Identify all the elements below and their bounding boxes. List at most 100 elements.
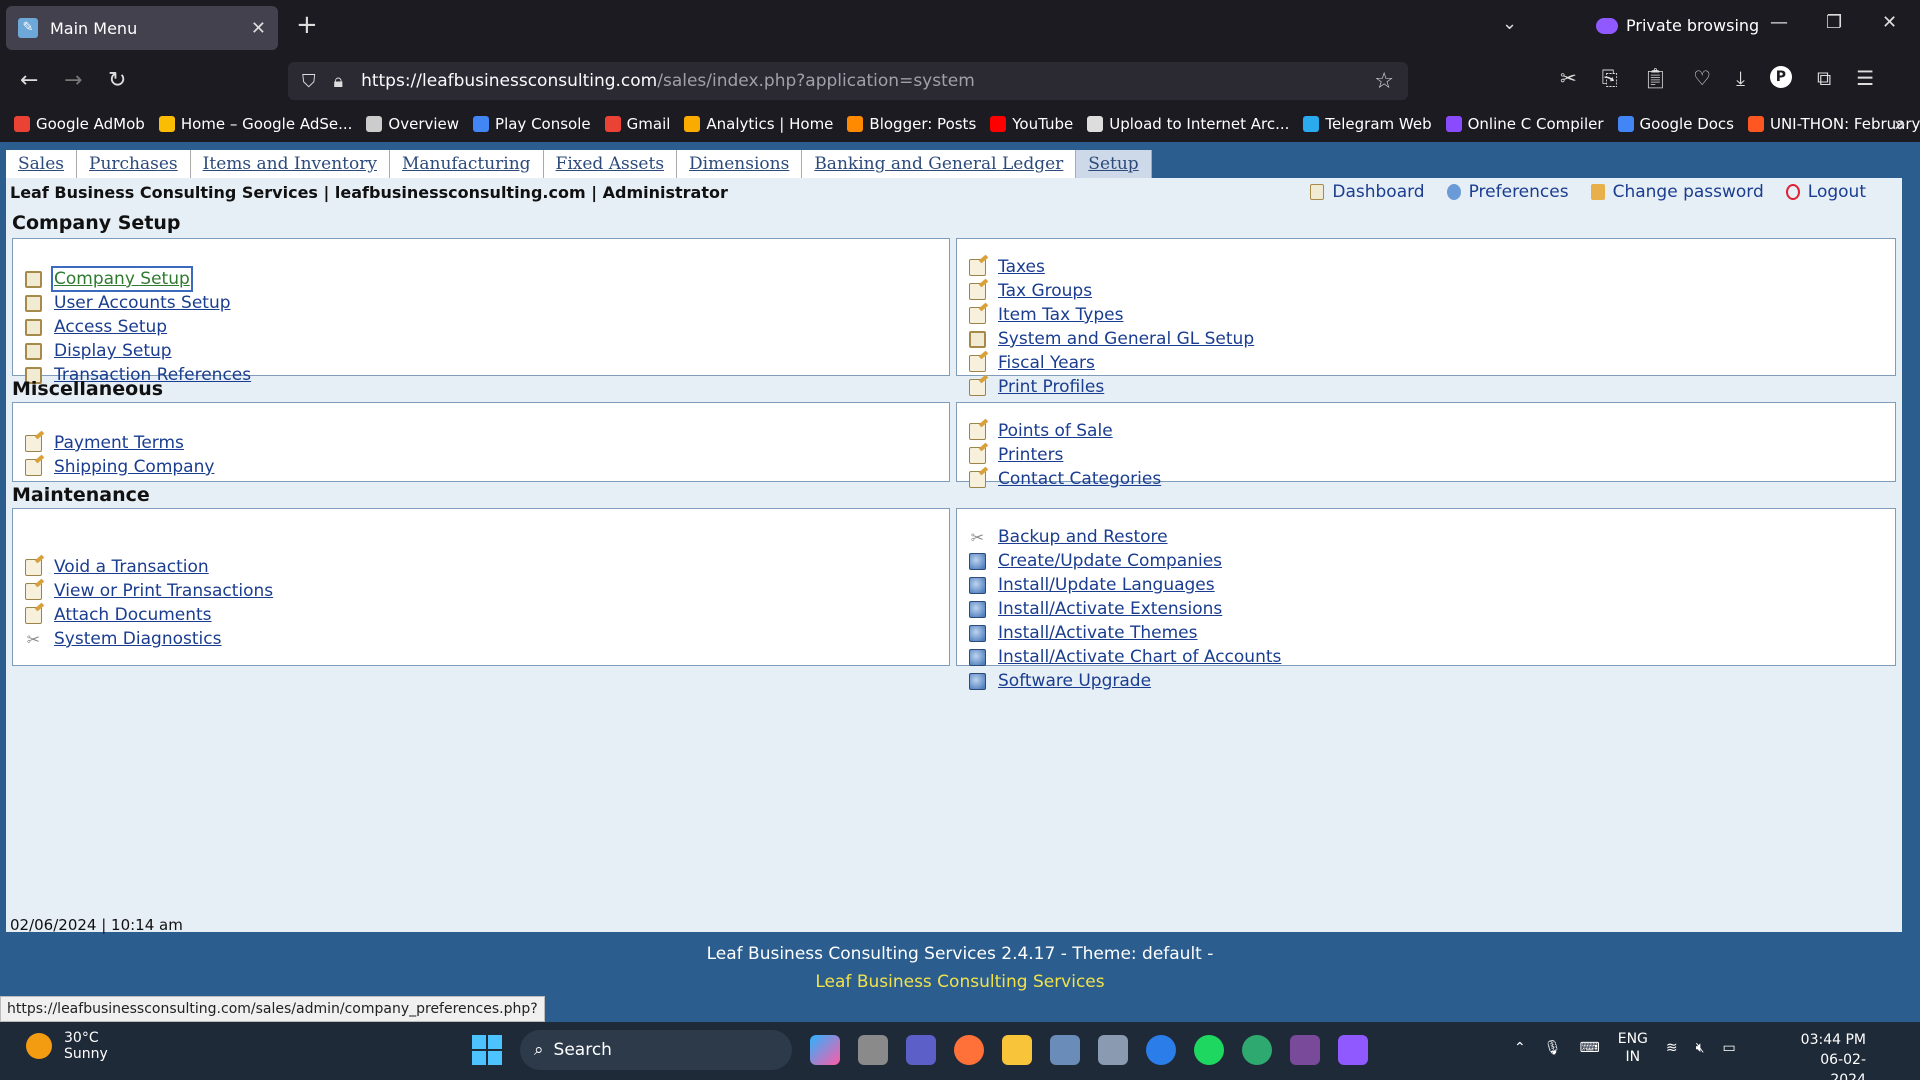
keyboard-icon[interactable]: ⌨ xyxy=(1580,1040,1600,1056)
bookmark-item[interactable]: Google Docs xyxy=(1617,115,1734,133)
menu-link-label[interactable]: Install/Activate Chart of Accounts xyxy=(998,647,1281,667)
menu-link[interactable]: ✂ Backup and Restore xyxy=(969,527,1168,547)
menu-link[interactable]: Company Setup xyxy=(25,266,193,292)
menu-link-label[interactable]: Shipping Company xyxy=(54,457,214,477)
menu-link[interactable]: Tax Groups xyxy=(969,281,1092,301)
file-explorer-icon[interactable] xyxy=(1002,1035,1032,1065)
menu-link-label[interactable]: Attach Documents xyxy=(54,605,212,625)
bookmark-item[interactable]: Overview xyxy=(366,115,459,133)
menu-link[interactable]: ✂ System Diagnostics xyxy=(25,629,222,649)
menu-link-label[interactable]: View or Print Transactions xyxy=(54,581,273,601)
reload-button[interactable]: ↻ xyxy=(108,68,126,93)
edge-icon[interactable] xyxy=(1242,1035,1272,1065)
close-window-button[interactable]: ✕ xyxy=(1882,12,1897,33)
minimize-button[interactable]: — xyxy=(1770,12,1788,33)
lock-icon[interactable]: 🔒︎ xyxy=(334,71,344,92)
browser-tab[interactable]: ✎ Main Menu ✕ xyxy=(6,6,278,50)
menu-link-label[interactable]: System Diagnostics xyxy=(54,629,221,649)
menu-link-label[interactable]: Install/Activate Extensions xyxy=(998,599,1222,619)
menu-link[interactable]: Payment Terms xyxy=(25,433,184,453)
task-view-icon[interactable] xyxy=(858,1035,888,1065)
change-password-link[interactable]: Change password xyxy=(1590,182,1764,202)
bookmark-star-icon[interactable]: ☆ xyxy=(1374,69,1394,94)
camera-icon[interactable] xyxy=(1098,1035,1128,1065)
list-tabs-icon[interactable]: ⌄ xyxy=(1502,13,1517,34)
tab-manufacturing[interactable]: Manufacturing xyxy=(389,150,544,178)
tab-banking-and-general-ledger[interactable]: Banking and General Ledger xyxy=(802,150,1077,178)
more-bookmarks-icon[interactable]: » xyxy=(1894,112,1906,136)
tab-sales[interactable]: Sales xyxy=(6,150,78,178)
photos-icon[interactable] xyxy=(1050,1035,1080,1065)
preferences-link[interactable]: Preferences xyxy=(1446,182,1569,202)
weather-widget[interactable]: 30°C Sunny xyxy=(26,1030,108,1062)
restore-button[interactable]: ❐ xyxy=(1826,12,1842,33)
menu-link-label[interactable]: Contact Categories xyxy=(998,469,1161,489)
menu-link[interactable]: Install/Update Languages xyxy=(969,575,1215,595)
new-tab-button[interactable]: + xyxy=(296,10,318,40)
close-tab-icon[interactable]: ✕ xyxy=(251,18,266,39)
translate-icon[interactable]: ⎘ xyxy=(1602,66,1618,90)
menu-link-label[interactable]: Item Tax Types xyxy=(998,305,1123,325)
firefox-icon[interactable] xyxy=(954,1035,984,1065)
tab-fixed-assets[interactable]: Fixed Assets xyxy=(543,150,678,178)
teams-icon[interactable] xyxy=(906,1035,936,1065)
taskbar-clock[interactable]: 03:44 PM 06-02-2024 xyxy=(1786,1030,1866,1080)
bookmark-item[interactable]: Online C Compiler xyxy=(1445,115,1604,133)
menu-link-label[interactable]: Tax Groups xyxy=(998,281,1092,301)
menu-link[interactable]: Print Profiles xyxy=(969,377,1104,397)
footer-link[interactable]: Leaf Business Consulting Services xyxy=(0,972,1920,992)
start-icon[interactable] xyxy=(472,1035,502,1065)
menu-link-label[interactable]: Payment Terms xyxy=(54,433,184,453)
menu-link-label[interactable]: Software Upgrade xyxy=(998,671,1151,691)
bookmark-item[interactable]: Upload to Internet Arc... xyxy=(1087,115,1289,133)
tab-items-and-inventory[interactable]: Items and Inventory xyxy=(190,150,390,178)
menu-link[interactable]: Item Tax Types xyxy=(969,305,1123,325)
bookmark-item[interactable]: Telegram Web xyxy=(1303,115,1432,133)
change-password-label[interactable]: Change password xyxy=(1613,182,1764,202)
menu-link[interactable]: View or Print Transactions xyxy=(25,581,273,601)
menu-link[interactable]: Attach Documents xyxy=(25,605,212,625)
menu-link-label[interactable]: System and General GL Setup xyxy=(998,329,1254,349)
clipboard-icon[interactable]: 📋︎ xyxy=(1643,66,1668,90)
menu-link-label[interactable]: Void a Transaction xyxy=(54,557,209,577)
menu-link-label[interactable]: Printers xyxy=(998,445,1063,465)
volume-muted-icon[interactable]: 🔇︎ xyxy=(1696,1040,1705,1056)
menu-link[interactable]: Access Setup xyxy=(25,317,167,337)
forward-button[interactable]: → xyxy=(64,68,82,93)
copilot-icon[interactable] xyxy=(810,1035,840,1065)
winrar-icon[interactable] xyxy=(1290,1035,1320,1065)
menu-link[interactable]: Void a Transaction xyxy=(25,557,209,577)
logout-label[interactable]: Logout xyxy=(1808,182,1866,202)
tab-dimensions[interactable]: Dimensions xyxy=(677,150,803,178)
extensions-icon[interactable]: ⧉ xyxy=(1817,66,1831,90)
tab-setup[interactable]: Setup xyxy=(1076,150,1152,178)
chevron-up-icon[interactable]: ⌃ xyxy=(1514,1040,1526,1056)
menu-link-label[interactable]: Backup and Restore xyxy=(998,527,1168,547)
menu-link-label[interactable]: Display Setup xyxy=(54,341,172,361)
bookmark-item[interactable]: Play Console xyxy=(473,115,591,133)
back-button[interactable]: ← xyxy=(20,68,38,93)
app-store-icon[interactable] xyxy=(1146,1035,1176,1065)
menu-link[interactable]: Printers xyxy=(969,445,1063,465)
menu-link-label[interactable]: Install/Update Languages xyxy=(998,575,1215,595)
download-icon[interactable]: ⤓ xyxy=(1736,66,1745,90)
menu-link[interactable]: Create/Update Companies xyxy=(969,551,1222,571)
menu-link[interactable]: Install/Activate Extensions xyxy=(969,599,1222,619)
menu-link[interactable]: Install/Activate Chart of Accounts xyxy=(969,647,1281,667)
menu-link-label[interactable]: Access Setup xyxy=(54,317,167,337)
extension-p-icon[interactable]: P xyxy=(1769,66,1792,88)
bookmark-item[interactable]: Blogger: Posts xyxy=(847,115,976,133)
logout-link[interactable]: Logout xyxy=(1785,182,1866,202)
battery-icon[interactable]: ▭ xyxy=(1722,1040,1735,1056)
menu-link-label[interactable]: Points of Sale xyxy=(998,421,1113,441)
menu-icon[interactable]: ☰ xyxy=(1856,66,1874,90)
menu-link[interactable]: Software Upgrade xyxy=(969,671,1151,691)
dashboard-link[interactable]: Dashboard xyxy=(1310,182,1425,202)
menu-link[interactable]: Fiscal Years xyxy=(969,353,1095,373)
preferences-label[interactable]: Preferences xyxy=(1469,182,1569,202)
bookmark-item[interactable]: Google AdMob xyxy=(14,115,145,133)
menu-link[interactable]: Shipping Company xyxy=(25,457,214,477)
firefox-private-icon[interactable] xyxy=(1338,1035,1368,1065)
menu-link[interactable]: User Accounts Setup xyxy=(25,293,231,313)
bookmark-item[interactable]: Home – Google AdSe... xyxy=(158,115,352,133)
